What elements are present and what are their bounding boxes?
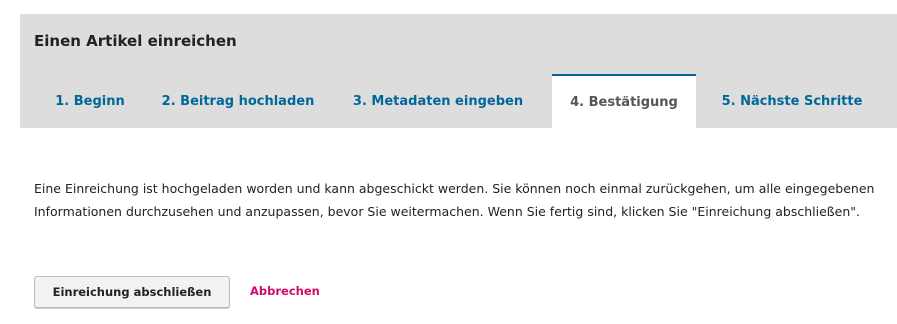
tab-beitrag-hochladen[interactable]: 2. Beitrag hochladen [148,74,328,128]
page-title: Einen Artikel einreichen [34,32,237,50]
step-tabs: 1. Beginn 2. Beitrag hochladen 3. Metada… [20,74,897,128]
confirmation-content: Eine Einreichung ist hochgeladen worden … [34,178,894,223]
finish-submission-button[interactable]: Einreichung abschließen [34,276,230,308]
submission-panel: Einen Artikel einreichen 1. Beginn 2. Be… [20,14,897,324]
tab-naechste-schritte[interactable]: 5. Nächste Schritte [704,74,880,128]
tab-metadaten-eingeben[interactable]: 3. Metadaten eingeben [338,74,538,128]
confirmation-text: Eine Einreichung ist hochgeladen worden … [34,181,875,219]
panel-header: Einen Artikel einreichen 1. Beginn 2. Be… [20,14,897,128]
cancel-link[interactable]: Abbrechen [250,284,320,298]
tab-beginn[interactable]: 1. Beginn [34,74,146,128]
tab-bestaetigung[interactable]: 4. Bestätigung [552,74,696,128]
